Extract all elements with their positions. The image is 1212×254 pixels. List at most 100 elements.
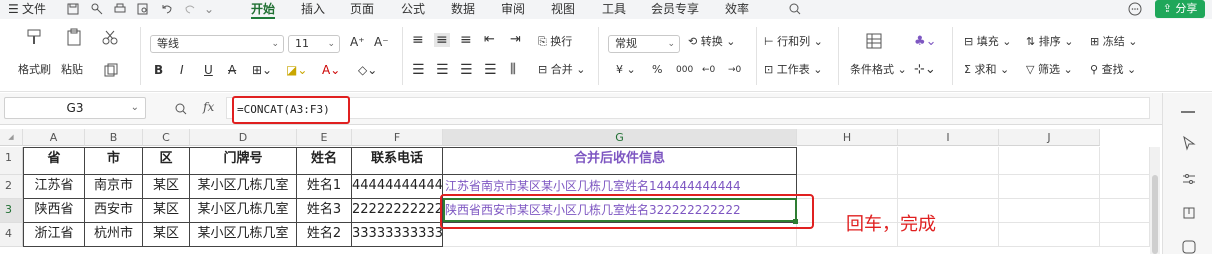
italic-button[interactable]: I [180,63,184,77]
table-style-icon[interactable]: ⊹⌄ [914,63,936,77]
cell-phone[interactable]: 33333333333 [352,223,443,247]
cell-city[interactable]: 市 [85,147,143,175]
underline-button[interactable]: U [204,63,213,77]
row-header-4[interactable]: 4 [0,223,23,247]
search-icon[interactable] [788,2,802,16]
fx-icon[interactable]: fx [203,100,214,114]
row-header-3[interactable]: 3 [0,199,23,223]
increase-font-icon[interactable]: A⁺ [350,35,365,49]
indent-increase-icon[interactable]: ⇥ [510,33,521,47]
name-box[interactable]: G3 ⌄ [4,97,146,119]
empty-cell[interactable] [999,175,1100,199]
distribute-icon[interactable]: ⫼ [510,63,516,77]
conditional-format-icon[interactable] [864,31,884,51]
column-header-c[interactable]: C [143,129,190,146]
formula-text-highlight[interactable]: =CONCAT(A3:F3) [232,96,350,124]
empty-cell[interactable] [999,223,1100,247]
cell-address[interactable]: 某小区几栋几室 [190,223,297,247]
tab-tools[interactable]: 工具 [602,2,626,16]
tab-member[interactable]: 会员专享 [651,2,699,16]
align-right-icon[interactable]: ☰ [460,63,473,77]
empty-cell[interactable] [898,175,999,199]
paste-icon[interactable] [64,27,84,47]
print-icon[interactable] [113,2,127,16]
zoom-formula-icon[interactable] [174,102,188,116]
cell-address[interactable]: 门牌号 [190,147,297,175]
cell-name[interactable]: 姓名3 [297,199,352,223]
decrease-font-icon[interactable]: A⁻ [374,35,389,49]
scrollbar-thumb[interactable] [1152,175,1158,254]
empty-cell[interactable] [999,147,1100,175]
wrap-text-button[interactable]: ⎘ 换行 [538,35,572,49]
fill-button[interactable]: ⊟ 填充 ⌄ [964,35,1011,49]
align-top-icon[interactable]: ≡ [412,33,424,47]
cell-phone[interactable]: 44444444444 [352,175,443,199]
column-header-b[interactable]: B [85,129,143,146]
merge-button[interactable]: ⊟ 合并 ⌄ [538,63,585,77]
menu-icon[interactable]: ☰ [8,2,19,16]
row-header-1[interactable]: 1 [0,147,23,175]
bold-button[interactable]: B [154,63,163,77]
cell-province[interactable]: 浙江省 [23,223,85,247]
border-icon[interactable]: ⊞⌄ [252,63,272,77]
cell-district[interactable]: 某区 [143,223,190,247]
align-center-icon[interactable]: ☰ [436,63,449,77]
paste-button[interactable]: 粘贴 [61,63,83,77]
empty-cell[interactable] [1100,175,1150,199]
cell-city[interactable]: 西安市 [85,199,143,223]
align-bottom-icon[interactable]: ≡ [460,33,472,47]
format-painter-button[interactable]: 格式刷 [18,63,51,77]
cell-district[interactable]: 区 [143,147,190,175]
tab-review[interactable]: 审阅 [501,2,525,16]
cell-city[interactable]: 南京市 [85,175,143,199]
share-button[interactable]: ⇪ 分享 [1155,0,1205,18]
indent-decrease-icon[interactable]: ⇤ [484,33,495,47]
empty-cell[interactable] [999,199,1100,223]
redo-icon[interactable] [183,2,197,16]
formula-input[interactable] [226,97,1150,119]
copy-icon[interactable] [100,61,120,81]
font-size-select[interactable]: 11 ⌄ [288,35,340,53]
tab-efficiency[interactable]: 效率 [725,2,749,16]
cell-address[interactable]: 某小区几栋几室 [190,199,297,223]
strikethrough-button[interactable]: A [228,63,236,77]
percent-button[interactable]: % [652,63,662,77]
font-name-select[interactable]: 等线 ⌄ [150,35,284,53]
currency-button[interactable]: ¥ ⌄ [616,63,636,77]
align-middle-icon[interactable]: ≡ [434,33,450,47]
cell-phone[interactable]: 联系电话 [352,147,443,175]
export-icon[interactable] [1181,205,1197,221]
align-left-icon[interactable]: ☰ [412,63,425,77]
conditional-format-button[interactable]: 条件格式 ⌄ [850,63,907,77]
decrease-decimal-button[interactable]: →0 [728,63,741,77]
number-format-select[interactable]: 常规 ⌄ [608,35,680,53]
more-options-icon[interactable] [1128,2,1142,16]
cell-name[interactable]: 姓名2 [297,223,352,247]
worksheet-button[interactable]: ⊡ 工作表 ⌄ [764,63,822,77]
tab-insert[interactable]: 插入 [301,2,325,16]
column-header-h[interactable]: H [797,129,898,146]
tab-data[interactable]: 数据 [451,2,475,16]
column-header-d[interactable]: D [190,129,297,146]
cell-province[interactable]: 陕西省 [23,199,85,223]
font-color-icon[interactable]: A⌄ [322,63,340,77]
tab-home[interactable]: 开始 [251,2,275,16]
empty-cell[interactable] [797,147,898,175]
settings-sliders-icon[interactable] [1181,171,1197,187]
fill-color-icon[interactable]: ◪⌄ [286,63,307,77]
column-header-i[interactable]: I [898,129,999,146]
row-header-2[interactable]: 2 [0,175,23,199]
cell-name[interactable]: 姓名 [297,147,352,175]
cell-province[interactable]: 省 [23,147,85,175]
increase-decimal-button[interactable]: ←0 [702,63,715,77]
save-icon[interactable] [66,2,80,16]
filter-button[interactable]: ▽ 筛选 ⌄ [1026,63,1073,77]
undo-icon[interactable] [160,2,174,16]
empty-cell[interactable] [1100,199,1150,223]
column-header-g[interactable]: G [443,129,797,146]
empty-cell[interactable] [1100,223,1150,247]
clear-format-icon[interactable]: ◇⌄ [358,63,377,77]
cell-district[interactable]: 某区 [143,175,190,199]
cell-style-icon[interactable]: ♣⌄ [914,35,937,49]
cell-city[interactable]: 杭州市 [85,223,143,247]
